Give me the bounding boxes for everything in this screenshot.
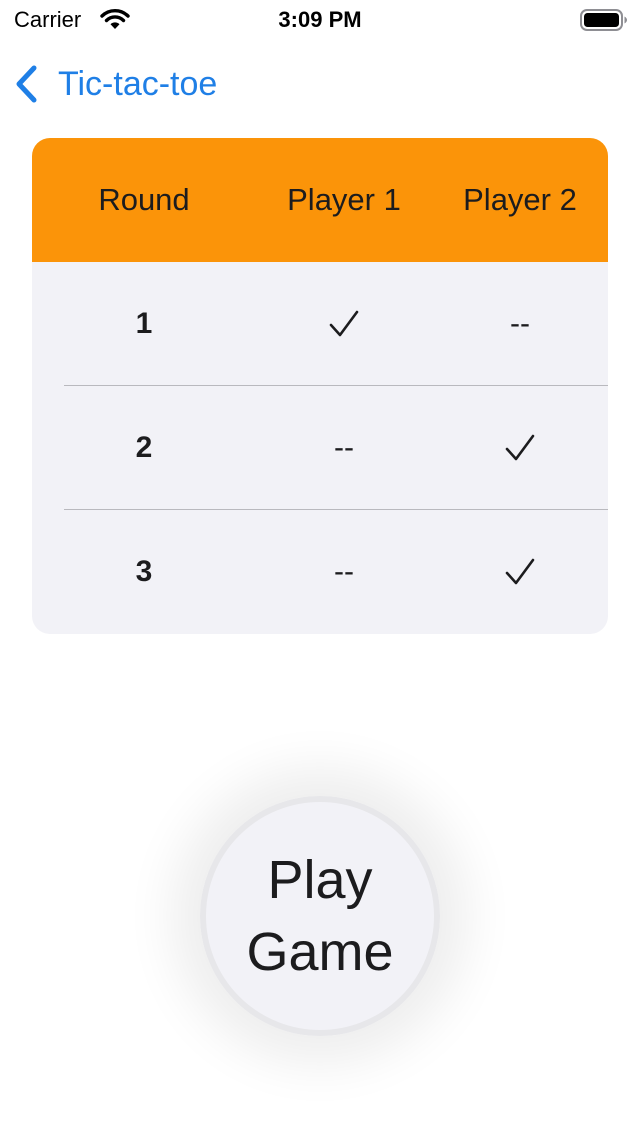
table-row: 1 -- [32, 262, 608, 386]
status-time: 3:09 PM [278, 7, 362, 32]
play-label-line-2: Game [246, 922, 394, 982]
header-round: Round [98, 182, 190, 217]
player-2-result: -- [510, 307, 530, 340]
checkmark-icon [505, 434, 535, 461]
chevron-left-icon [16, 65, 37, 103]
screen: Carrier 3:09 PM Tic-tac-toe Round Player… [0, 0, 640, 1136]
play-game-button[interactable]: Play Game [200, 796, 440, 1036]
round-number: 3 [135, 555, 153, 588]
table-header: Round Player 1 Player 2 [32, 138, 608, 262]
play-label-line-1: Play [267, 850, 373, 910]
battery-icon [580, 9, 627, 31]
header-player-1: Player 1 [287, 182, 401, 217]
round-number: 1 [135, 307, 153, 340]
checkmark-icon [505, 558, 535, 585]
back-button[interactable]: Tic-tac-toe [14, 60, 217, 108]
table-row: 2 -- [32, 386, 608, 510]
table-row: 3 -- [32, 510, 608, 634]
score-table: Round Player 1 Player 2 1 -- 2 -- 3 -- [32, 138, 608, 634]
round-number: 2 [135, 431, 153, 464]
status-bar: Carrier 3:09 PM [0, 0, 640, 40]
back-button-label: Tic-tac-toe [58, 65, 218, 103]
header-player-2: Player 2 [463, 182, 577, 217]
player-1-result: -- [334, 555, 354, 588]
checkmark-icon [329, 310, 359, 337]
play-game-label: Play Game [246, 844, 393, 988]
player-1-result: -- [334, 431, 354, 464]
